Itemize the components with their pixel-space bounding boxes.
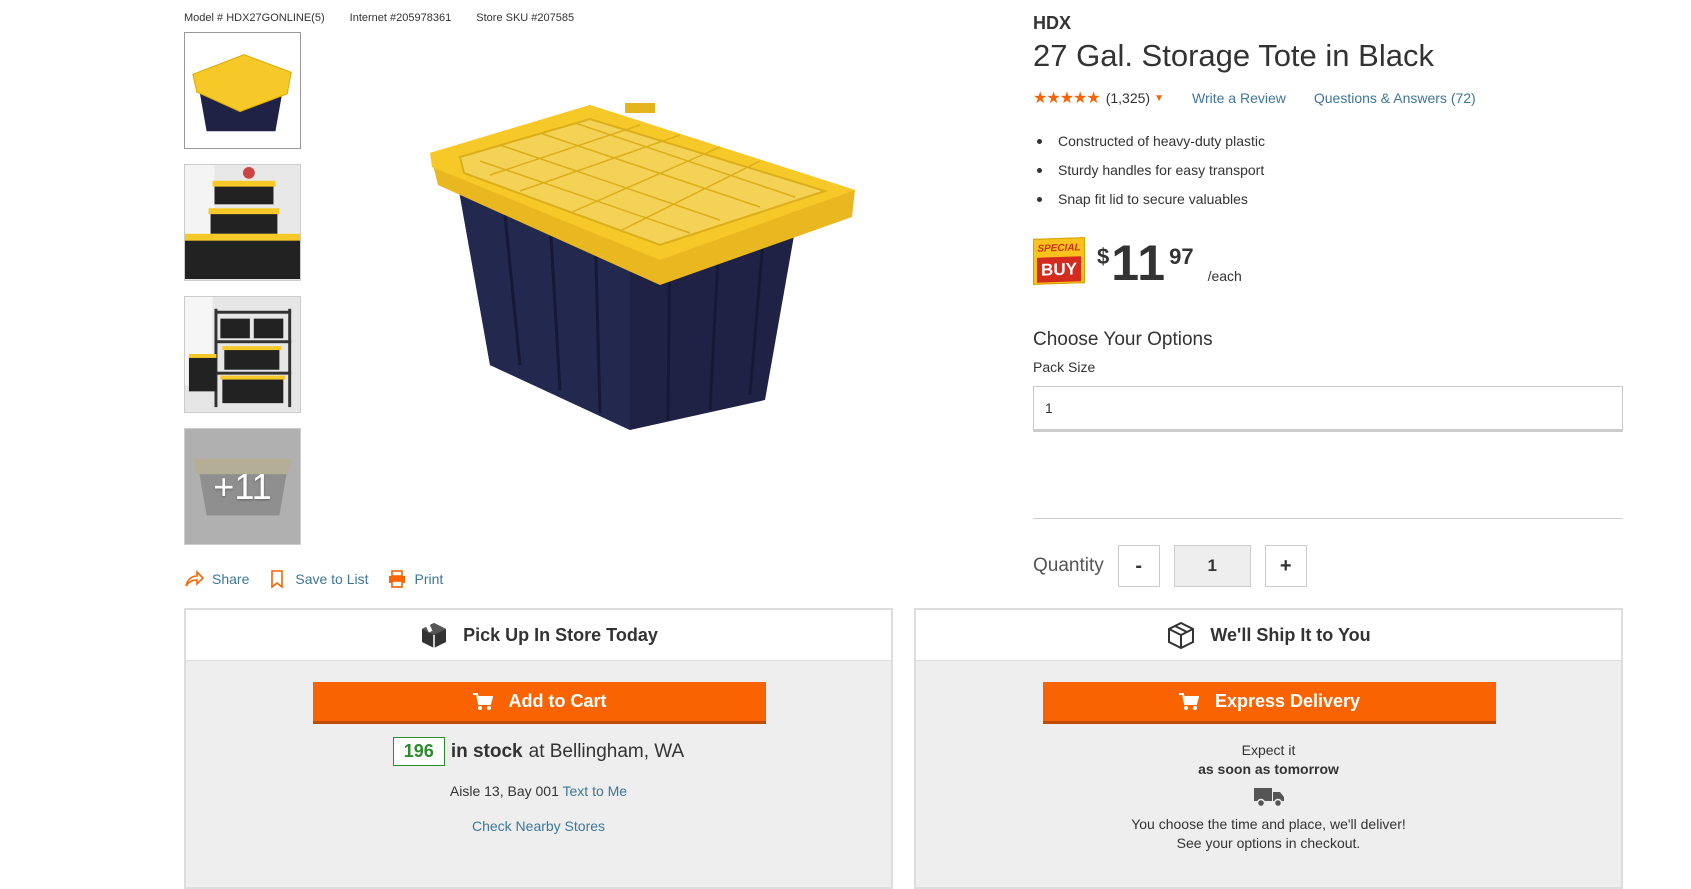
cart-icon xyxy=(1178,692,1199,710)
chevron-down-icon[interactable]: ▼ xyxy=(1154,93,1164,104)
pack-size-field[interactable] xyxy=(1033,386,1623,432)
more-images-count: +11 xyxy=(185,429,300,544)
price-unit: /each xyxy=(1207,268,1242,284)
feature-bullet: Sturdy handles for easy transport xyxy=(1033,162,1265,191)
print-label: Print xyxy=(414,571,444,587)
store-location[interactable]: at Bellingham, WA xyxy=(529,741,685,763)
questions-answers-link[interactable]: Questions & Answers (72) xyxy=(1314,90,1476,106)
aisle-info: Aisle 13, Bay 001 Text to Me xyxy=(186,783,891,799)
feature-bullets: Constructed of heavy-duty plastic Sturdy… xyxy=(1033,133,1265,220)
store-box-icon xyxy=(422,623,447,648)
pack-size-label: Pack Size xyxy=(1033,359,1096,375)
add-to-cart-button[interactable]: Add to Cart xyxy=(313,682,766,724)
write-review-link[interactable]: Write a Review xyxy=(1192,90,1286,106)
quantity-stepper: Quantity - + xyxy=(1033,545,1307,587)
stock-count: 196 xyxy=(392,737,445,766)
feature-bullet: Snap fit lid to secure valuables xyxy=(1033,191,1265,220)
thumbnail-2[interactable] xyxy=(184,164,301,281)
ship-title: We'll Ship It to You xyxy=(1210,624,1371,645)
share-label: Share xyxy=(212,571,250,587)
nearby-stores: Check Nearby Stores xyxy=(186,818,891,834)
quantity-input[interactable] xyxy=(1173,545,1251,587)
pickup-title: Pick Up In Store Today xyxy=(463,624,658,645)
printer-icon xyxy=(388,570,405,588)
quantity-increase-button[interactable]: + xyxy=(1264,545,1307,587)
main-product-image[interactable] xyxy=(420,95,870,445)
brand-name[interactable]: HDX xyxy=(1033,13,1071,34)
express-delivery-button[interactable]: Express Delivery xyxy=(1043,682,1496,724)
price-currency: $ xyxy=(1097,244,1110,269)
price-block: SPECIAL BUY $ 11 97 /each xyxy=(1033,235,1242,291)
thumbnail-gallery: +11 xyxy=(184,32,301,560)
quantity-label: Quantity xyxy=(1033,555,1104,576)
checkout-options-message: See your options in checkout. xyxy=(1176,835,1361,851)
store-sku: Store SKU #207585 xyxy=(476,12,575,24)
divider xyxy=(1033,518,1623,519)
save-to-list-button[interactable]: Save to List xyxy=(267,569,369,589)
pickup-panel: Pick Up In Store Today Add to Cart 196 i… xyxy=(184,608,893,889)
save-to-list-label: Save to List xyxy=(295,571,369,587)
bookmark-icon xyxy=(271,570,284,589)
print-button[interactable]: Print xyxy=(387,569,444,589)
badge-top-text: SPECIAL xyxy=(1037,242,1081,255)
share-icon xyxy=(185,570,204,587)
badge-bottom-text: BUY xyxy=(1037,256,1081,283)
thumbnail-3[interactable] xyxy=(184,296,301,413)
product-identifiers: Model # HDX27GONLINE(5) Internet #205978… xyxy=(184,12,596,24)
rating-row: ★★★★★ (1,325) ▼ Write a Review Questions… xyxy=(1033,88,1476,108)
ship-header[interactable]: We'll Ship It to You xyxy=(916,610,1621,661)
price-cents: 97 xyxy=(1169,244,1194,269)
rating-stars[interactable]: ★★★★★ xyxy=(1033,88,1101,108)
product-title: 27 Gal. Storage Tote in Black xyxy=(1033,38,1434,73)
feature-bullet: Constructed of heavy-duty plastic xyxy=(1033,133,1265,162)
share-button[interactable]: Share xyxy=(184,569,249,589)
truck-icon xyxy=(1254,788,1284,808)
text-to-me-link[interactable]: Text to Me xyxy=(563,783,628,799)
add-to-cart-label: Add to Cart xyxy=(508,691,607,711)
options-heading: Choose Your Options xyxy=(1033,329,1213,350)
package-icon xyxy=(1168,621,1195,650)
quantity-decrease-button[interactable]: - xyxy=(1117,545,1160,587)
cart-icon xyxy=(472,692,493,710)
product-actions: Share Save to List Print xyxy=(184,569,443,589)
pickup-header[interactable]: Pick Up In Store Today xyxy=(186,610,891,661)
delivery-message: You choose the time and place, we'll del… xyxy=(1131,816,1406,832)
review-count[interactable]: (1,325) xyxy=(1106,90,1150,106)
ship-panel: We'll Ship It to You Express Delivery Ex… xyxy=(914,608,1623,889)
expect-label: Expect it xyxy=(1241,742,1296,758)
price-dollars: 11 xyxy=(1111,235,1167,291)
thumbnail-more[interactable]: +11 xyxy=(184,428,301,545)
thumbnail-1[interactable] xyxy=(184,32,301,149)
special-buy-badge[interactable]: SPECIAL BUY xyxy=(1033,237,1085,285)
express-delivery-label: Express Delivery xyxy=(1214,691,1361,711)
delivery-estimate: as soon as tomorrow xyxy=(1198,761,1339,777)
model-number: Model # HDX27GONLINE(5) xyxy=(184,12,325,24)
stock-status: 196 in stock at Bellingham, WA xyxy=(186,737,891,766)
aisle-bay: Aisle 13, Bay 001 xyxy=(449,783,559,799)
stock-label: in stock xyxy=(450,740,523,762)
check-nearby-stores-link[interactable]: Check Nearby Stores xyxy=(472,818,605,834)
internet-number: Internet #205978361 xyxy=(349,12,452,24)
